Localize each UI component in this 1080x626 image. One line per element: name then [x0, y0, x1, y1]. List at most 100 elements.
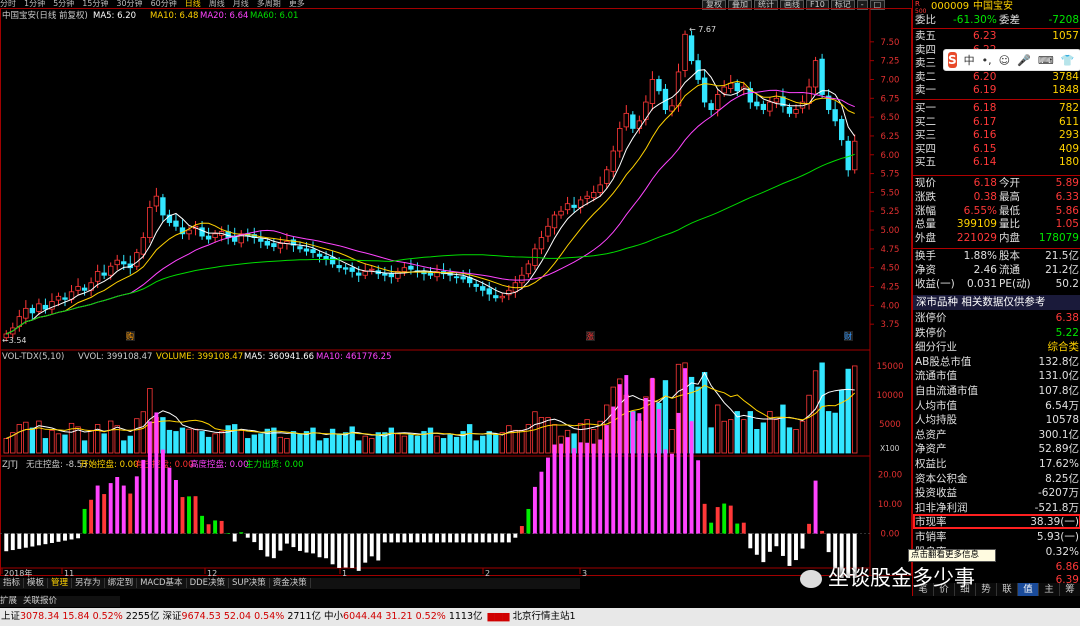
period-tab-7[interactable]: 周线 [209, 0, 225, 8]
ask[interactable]: 卖五 6.23 1057 [913, 30, 1080, 43]
indicator-tab-3[interactable]: 另存为 [72, 578, 105, 588]
period-tab-2[interactable]: 5分钟 [53, 0, 74, 8]
indicator-tab-7[interactable]: SUP决策 [229, 578, 270, 588]
quote-label: 涨幅 [915, 204, 936, 217]
zjtj-bar [552, 444, 557, 534]
candle-body [688, 35, 695, 62]
indicator-tab-6[interactable]: DDE决策 [186, 578, 230, 588]
zjtj-bar [102, 494, 107, 534]
volume-bar [108, 420, 114, 454]
bid[interactable]: 买二 6.17 611 [913, 116, 1080, 129]
zjtj-bar [487, 533, 492, 543]
volume-bar [199, 431, 205, 454]
quote-tab-7[interactable]: 筹 [1060, 583, 1080, 596]
volume-bar [179, 427, 186, 454]
volume-bar [401, 435, 408, 454]
date-tick-label: 2 [485, 569, 490, 578]
stock-name: 中国宝安 [973, 1, 1013, 12]
candle-body [832, 109, 838, 122]
vol-tick-label: 5000 [879, 420, 901, 430]
volume-bar [238, 429, 244, 454]
kline-chart-area[interactable]: 7.50 7.25 7.00 6.75 6.50 6.25 6.00 5.75 5.50 5.25… [0, 8, 912, 578]
quote-value: 1.88% [963, 250, 997, 262]
fin-label: AB股总市值 [915, 355, 972, 368]
bid[interactable]: 买一 6.18 782 [913, 102, 1080, 115]
zjtj-bar [376, 533, 381, 561]
indicator-tab-4[interactable]: 绑定到 [104, 578, 138, 588]
period-tab-8[interactable]: 月线 [233, 0, 249, 8]
zjtj-bar [239, 532, 244, 534]
zjtj-bar [10, 533, 15, 551]
zjtj-bar [624, 375, 629, 534]
quote-row: 涨幅 6.55% 最低 5.86 [913, 205, 1080, 218]
ime-toolbar[interactable]: S 中 •, ☺ 🎤 ⌨ 👕 ▦ [943, 49, 1080, 71]
volume-bar [134, 418, 140, 454]
extension-tab-1[interactable]: 关联报价 [23, 596, 57, 606]
vol-tick-label: 15000 [876, 362, 903, 372]
ask[interactable]: 卖一 6.19 1848 [913, 84, 1080, 97]
quote-value: 399109 [956, 218, 997, 231]
quote-row: 现价 6.18 今开 5.89 [913, 177, 1080, 190]
period-tab-9[interactable]: 多周期 [257, 0, 281, 8]
price-tick-label: 5.50 [881, 188, 900, 198]
price-tick-label: 5.75 [881, 170, 900, 180]
candle-body [714, 94, 721, 110]
period-tab-0[interactable]: 分时 [0, 0, 16, 8]
price-tick-label: 5.25 [881, 207, 900, 217]
extension-tab-0[interactable]: 扩展 [0, 596, 17, 606]
station-name[interactable]: 北京行情主站1 [513, 611, 576, 622]
ask[interactable]: 卖二 6.20 3784 [913, 71, 1080, 84]
zjtj-bar [226, 532, 231, 534]
volume-bar [786, 427, 793, 454]
status-bar: 上证3078.34 15.84 0.52% 2255亿 深证9674.53 52… [0, 608, 1080, 626]
indicator-tab-5[interactable]: MACD基本 [137, 578, 187, 588]
candle-body [453, 276, 460, 279]
zjtj-legend-title: ZJTJ [2, 460, 18, 470]
period-tab-10[interactable]: 更多 [289, 0, 305, 8]
fin-row: 权益比 17.62% [913, 458, 1080, 471]
indicator-tab-8[interactable]: 资金决策 [269, 578, 311, 588]
candle-body [173, 220, 179, 227]
candle-body [153, 195, 160, 207]
zjtj-bar [643, 397, 648, 534]
volume-bar [42, 438, 49, 454]
sogou-logo-icon: S [948, 52, 957, 68]
fin-label: 扣非净利润 [915, 501, 968, 514]
volume-bar [81, 440, 88, 454]
period-tab-4[interactable]: 30分钟 [116, 0, 142, 8]
quote-value: 6.55% [963, 204, 997, 217]
candle-body [460, 276, 466, 280]
volume-bar [447, 434, 453, 454]
ime-chinese-icon[interactable]: 中 [964, 52, 975, 68]
ime-user-icon[interactable]: 👕 [1061, 54, 1075, 67]
zjtj-bar [337, 533, 342, 568]
indicator-tab-0[interactable]: 指标 [0, 578, 25, 588]
ime-punct-icon[interactable]: •, [982, 54, 992, 67]
quote-value: 5.86 [1055, 204, 1079, 217]
bid[interactable]: 买五 6.14 180 [913, 156, 1080, 169]
ime-keyboard-icon[interactable]: ⌨ [1038, 54, 1054, 67]
volume-bar [754, 429, 760, 454]
period-tab-3[interactable]: 15分钟 [82, 0, 108, 8]
indicator-tab-2[interactable]: 管理 [48, 578, 73, 588]
extra-value: 6.86 [1055, 561, 1079, 573]
ime-voice-icon[interactable]: 🎤 [1017, 54, 1031, 67]
ime-emoji-icon[interactable]: ☺ [999, 54, 1010, 67]
quote-panel: R 500 000009 中国宝安 深市品种 相关数据仅供参考 委比 -61.30… [908, 0, 1080, 596]
indicator-tab-1[interactable]: 模板 [24, 578, 49, 588]
bid[interactable]: 买三 6.16 293 [913, 129, 1080, 142]
sz-change: 52.04 [223, 611, 252, 622]
period-tab-5[interactable]: 60分钟 [151, 0, 177, 8]
period-tab-1[interactable]: 1分钟 [24, 0, 45, 8]
zjtj-bar [461, 533, 466, 543]
book-label: 卖二 [915, 70, 936, 83]
zjtj-bar [422, 533, 426, 543]
volume-bar [760, 422, 767, 454]
book-volume: 1057 [1052, 30, 1079, 42]
zjtj-bar [526, 508, 531, 534]
fin-value: 0.32% [1045, 545, 1079, 558]
candle-body [134, 252, 140, 267]
period-tab-6[interactable]: 日线 [185, 0, 201, 8]
bid[interactable]: 买四 6.15 409 [913, 143, 1080, 156]
candle-body [656, 79, 662, 92]
